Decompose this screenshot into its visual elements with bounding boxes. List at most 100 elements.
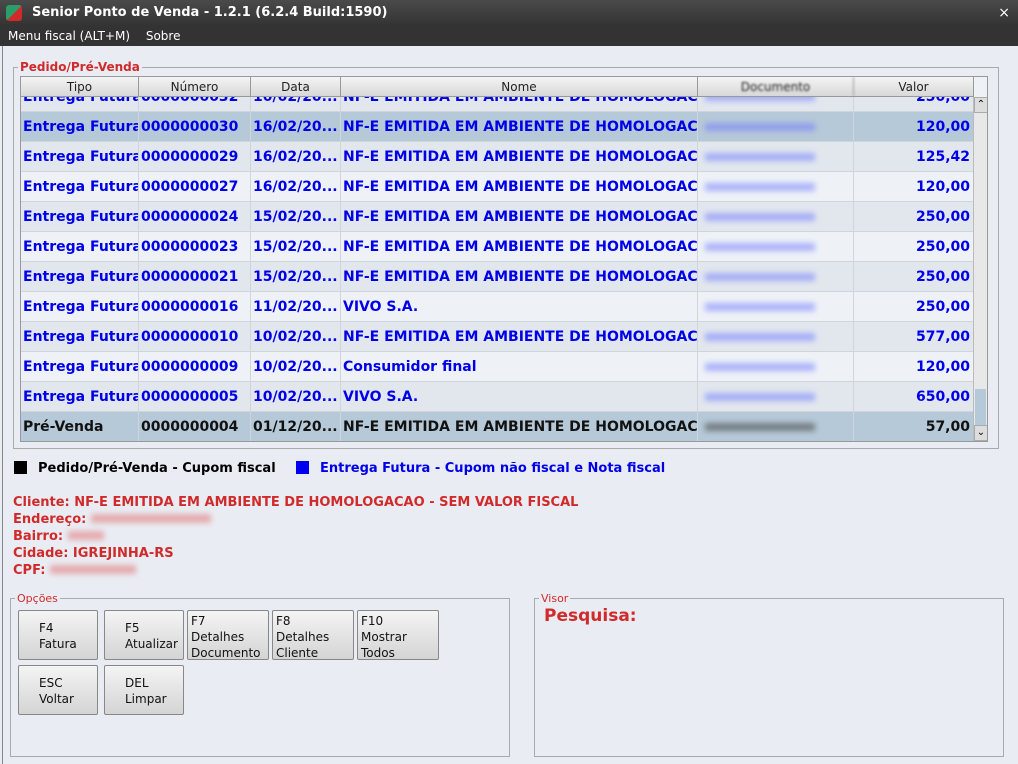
table-row[interactable]: Pré-Venda 0000000004 01/12/20... NF-E EM… [21, 412, 974, 441]
bairro-label: Bairro: [13, 529, 64, 544]
cell-numero: 0000000004 [139, 412, 251, 441]
button-label: Atualizar [125, 637, 178, 651]
cell-nome: VIVO S.A. [341, 382, 698, 411]
cell-data: 11/02/20... [251, 292, 341, 321]
col-valor[interactable]: Valor [854, 77, 974, 96]
col-tipo[interactable]: Tipo [21, 77, 139, 96]
address-label: Endereço: [13, 512, 87, 527]
table-row[interactable]: Entrega Futura 0000000027 16/02/20... NF… [21, 172, 974, 202]
button-f7[interactable]: F7 Detalhes Documento [187, 610, 269, 660]
cell-numero: 0000000010 [139, 322, 251, 351]
button-key: F8 [276, 614, 291, 628]
cell-nome: VIVO S.A. [341, 292, 698, 321]
cell-valor: 57,00 [854, 412, 974, 441]
table-row[interactable]: Entrega Futura 0000000016 11/02/20... VI… [21, 292, 974, 322]
client-bairro: Bairro: [13, 528, 578, 545]
menu-fiscal[interactable]: Menu fiscal (ALT+M) [8, 29, 130, 43]
client-name: Cliente: NF-E EMITIDA EM AMBIENTE DE HOM… [13, 495, 579, 510]
redacted [705, 363, 815, 371]
menu-bar: Menu fiscal (ALT+M) Sobre [0, 26, 1018, 46]
button-f10[interactable]: F10 Mostrar Todos [357, 610, 439, 660]
cell-data: 16/02/20... [251, 112, 341, 141]
button-f4[interactable]: F4 Fatura [18, 610, 98, 660]
table-row[interactable]: Entrega Futura 0000000029 16/02/20... NF… [21, 142, 974, 172]
client-address: Endereço: [13, 511, 578, 528]
button-key: F7 [191, 614, 206, 628]
orders-grid[interactable]: Entrega Futura 0000000032 10/02/20... NF… [20, 76, 988, 442]
button-label2: Todos [361, 646, 395, 660]
title-bar: Senior Ponto de Venda - 1.2.1 (6.2.4 Bui… [0, 0, 1018, 26]
button-key: F4 [39, 621, 54, 635]
cell-numero: 0000000029 [139, 142, 251, 171]
button-label: Limpar [125, 692, 167, 706]
cell-tipo: Entrega Futura [21, 292, 139, 321]
button-key: DEL [125, 676, 149, 690]
table-row[interactable]: Entrega Futura 0000000021 15/02/20... NF… [21, 262, 974, 292]
table-row[interactable]: Entrega Futura 0000000005 10/02/20... VI… [21, 382, 974, 412]
cell-tipo: Entrega Futura [21, 262, 139, 291]
vertical-scrollbar[interactable]: ⌃ ⌄ [973, 97, 987, 441]
button-f5[interactable]: F5 Atualizar [104, 610, 184, 660]
col-numero[interactable]: Número [139, 77, 251, 96]
cell-numero: 0000000009 [139, 352, 251, 381]
button-esc[interactable]: ESC Voltar [18, 665, 98, 715]
scroll-up-icon[interactable]: ⌃ [974, 97, 987, 113]
cell-data: 01/12/20... [251, 412, 341, 441]
button-label: Fatura [39, 637, 77, 651]
cell-tipo: Entrega Futura [21, 112, 139, 141]
table-row[interactable]: Entrega Futura 0000000009 10/02/20... Co… [21, 352, 974, 382]
cell-documento [698, 322, 854, 351]
cell-tipo: Entrega Futura [21, 142, 139, 171]
menu-sobre[interactable]: Sobre [146, 29, 181, 43]
close-button[interactable]: × [998, 0, 1010, 26]
redacted [705, 273, 815, 281]
orders-legend: Pedido/Pré-Venda [20, 60, 140, 74]
cell-documento [698, 292, 854, 321]
button-label: Voltar [39, 692, 74, 706]
col-nome[interactable]: Nome [341, 77, 698, 96]
button-key: F5 [125, 621, 140, 635]
cell-numero: 0000000023 [139, 232, 251, 261]
cell-documento [698, 142, 854, 171]
table-row[interactable]: Entrega Futura 0000000030 16/02/20... NF… [21, 112, 974, 142]
options-legend: Opções [17, 592, 58, 605]
col-documento[interactable]: Documento [698, 77, 854, 96]
button-f8[interactable]: F8 Detalhes Cliente [272, 610, 354, 660]
button-del[interactable]: DEL Limpar [104, 665, 184, 715]
col-data[interactable]: Data [251, 77, 341, 96]
button-label: Detalhes [276, 630, 330, 644]
cell-nome: NF-E EMITIDA EM AMBIENTE DE HOMOLOGACA..… [341, 232, 698, 261]
cell-documento [698, 352, 854, 381]
visor-legend: Visor [541, 592, 569, 605]
redacted [67, 531, 104, 540]
cell-numero: 0000000016 [139, 292, 251, 321]
table-row[interactable]: Entrega Futura 0000000024 15/02/20... NF… [21, 202, 974, 232]
cell-nome: NF-E EMITIDA EM AMBIENTE DE HOMOLOGACA..… [341, 322, 698, 351]
scroll-down-icon[interactable]: ⌄ [974, 425, 987, 441]
client-cpf: CPF: [13, 562, 578, 579]
cell-documento [698, 232, 854, 261]
table-row[interactable]: Entrega Futura 0000000023 15/02/20... NF… [21, 232, 974, 262]
redacted [705, 213, 815, 221]
cell-tipo: Entrega Futura [21, 202, 139, 231]
cell-numero: 0000000024 [139, 202, 251, 231]
scroll-thumb[interactable] [975, 389, 986, 425]
cell-valor: 120,00 [854, 172, 974, 201]
table-row[interactable]: Entrega Futura 0000000010 10/02/20... NF… [21, 322, 974, 352]
legend-fiscal: Pedido/Pré-Venda - Cupom fiscal [14, 461, 276, 476]
cell-tipo: Entrega Futura [21, 172, 139, 201]
cpf-label: CPF: [13, 563, 46, 578]
cell-data: 15/02/20... [251, 202, 341, 231]
window-title: Senior Ponto de Venda - 1.2.1 (6.2.4 Bui… [32, 5, 388, 20]
redacted [49, 565, 136, 574]
cell-data: 15/02/20... [251, 262, 341, 291]
search-label: Pesquisa: [544, 606, 637, 626]
cell-nome: NF-E EMITIDA EM AMBIENTE DE HOMOLOGACA..… [341, 412, 698, 441]
cell-data: 10/02/20... [251, 352, 341, 381]
button-key: F10 [361, 614, 384, 628]
cell-numero: 0000000021 [139, 262, 251, 291]
redacted [705, 243, 815, 251]
button-label2: Cliente [276, 646, 319, 660]
cell-documento [698, 382, 854, 411]
cell-valor: 250,00 [854, 292, 974, 321]
